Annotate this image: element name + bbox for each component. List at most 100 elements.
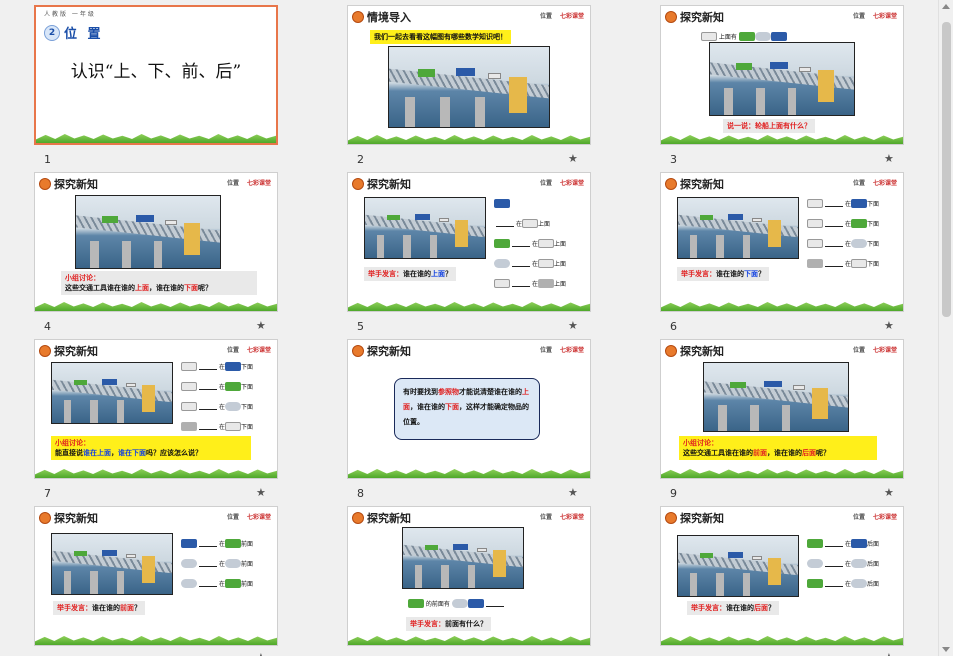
bridge-image — [51, 533, 173, 595]
brand-logo: 位置 七彩课堂 — [226, 514, 271, 521]
slide-header: 情境导入 — [352, 9, 411, 25]
vehicle-row: 的前面有 — [408, 593, 506, 613]
grass-decoration — [348, 302, 590, 311]
star-icon[interactable]: ★ — [256, 486, 266, 499]
brand-logo: 位置 七彩课堂 — [852, 347, 897, 354]
ask-box: 举手发言：谁在谁的下面？ — [677, 267, 769, 281]
slide-header: 探究新知 — [39, 176, 98, 192]
slide-number: 2 — [357, 153, 364, 166]
brand-logo: 位置 七彩课堂 — [539, 180, 584, 187]
slide-thumbnail-5[interactable]: 探究新知 位置 七彩课堂 在上面 在上面 在上面 在上面 举手发言：谁在谁的上面？ — [347, 172, 591, 312]
intro-banner: 我们一起去看看这幅图有哪些数学知识吧！ — [370, 30, 511, 44]
slide-thumbnail-6[interactable]: 探究新知 位置 七彩课堂 在下面 在下面 在下面 在下面 举手发言：谁在谁的下面？ — [660, 172, 904, 312]
bridge-image — [388, 46, 550, 128]
slide-thumbnail-1[interactable]: 人教版 一年级 2 位 置 认识“上、下、前、后” — [34, 5, 278, 145]
grass-decoration — [35, 302, 277, 311]
bridge-image — [402, 527, 524, 589]
brand-logo: 位置 七彩课堂 — [852, 180, 897, 187]
discussion-box: 小组讨论： 能直接说谁在上面，谁在下面吗？应该怎么说？ — [51, 436, 251, 460]
scroll-up-icon[interactable] — [942, 4, 950, 9]
clock-icon — [665, 345, 677, 357]
grass-decoration — [661, 302, 903, 311]
discussion-box: 小组讨论： 这些交通工具谁在谁的前面，谁在谁的后面呢？ — [679, 436, 877, 460]
fill-in-rows: 在下面 在下面 在下面 在下面 — [807, 193, 879, 273]
star-icon[interactable]: ★ — [884, 651, 894, 656]
grass-decoration — [661, 469, 903, 478]
grass-decoration — [35, 469, 277, 478]
slide-header: 探究新知 — [352, 510, 411, 526]
clock-icon — [665, 512, 677, 524]
slide-number: 8 — [357, 487, 364, 500]
reference-note: 有时要找到参照物才能说清楚谁在谁的上面，谁在谁的下面，这样才能确定物品的位置。 — [394, 378, 540, 440]
star-icon[interactable]: ★ — [568, 486, 578, 499]
slide-thumbnail-11[interactable]: 探究新知 位置 七彩课堂 的前面有 举手发言：前面有什么？ — [347, 506, 591, 646]
slide-sorter-view: 人教版 一年级 2 位 置 认识“上、下、前、后” 1 情境导入 位置 七彩课堂 … — [0, 0, 938, 656]
bridge-image — [51, 362, 173, 424]
clock-icon — [352, 512, 364, 524]
brand-logo: 位置 七彩课堂 — [539, 514, 584, 521]
scrollbar-thumb[interactable] — [942, 22, 951, 317]
brand-logo: 位置 七彩课堂 — [852, 13, 897, 20]
bridge-image — [703, 362, 849, 432]
bridge-image — [364, 197, 486, 259]
bridge-image — [677, 535, 799, 597]
clock-icon — [352, 345, 364, 357]
clock-icon — [39, 178, 51, 190]
slide-thumbnail-3[interactable]: 探究新知 位置 七彩课堂 上面有 说一说：轮船上面有什么？ — [660, 5, 904, 145]
brand-logo: 位置 七彩课堂 — [226, 180, 271, 187]
fill-in-rows: 在后面 在后面 在后面 — [807, 533, 879, 593]
star-icon[interactable]: ★ — [256, 319, 266, 332]
slide-number: 5 — [357, 320, 364, 333]
grass-decoration — [348, 636, 590, 645]
slide-number: 6 — [670, 320, 677, 333]
brand-logo: 位置 七彩课堂 — [539, 347, 584, 354]
fill-in-rows: 在上面 在上面 在上面 在上面 — [494, 193, 566, 293]
unit-number-icon: 2 — [44, 24, 60, 41]
clock-icon — [39, 345, 51, 357]
slide-thumbnail-4[interactable]: 探究新知 位置 七彩课堂 小组讨论： 这些交通工具谁在谁的上面，谁在谁的下面呢？ — [34, 172, 278, 312]
star-icon[interactable]: ★ — [256, 651, 266, 656]
grass-decoration — [348, 469, 590, 478]
slide-header: 探究新知 — [39, 510, 98, 526]
fill-in-rows: 在前面 在前面 在前面 — [181, 533, 253, 593]
ask-box: 举手发言：谁在谁的后面？ — [687, 601, 779, 615]
question-box: 说一说：轮船上面有什么？ — [723, 119, 815, 133]
grass-decoration — [348, 135, 590, 144]
slide-number: 7 — [44, 487, 51, 500]
slide-number: 4 — [44, 320, 51, 333]
slide-thumbnail-10[interactable]: 探究新知 位置 七彩课堂 在前面 在前面 在前面 举手发言：谁在谁的前面？ — [34, 506, 278, 646]
brand-logo: 位置 七彩课堂 — [852, 514, 897, 521]
ask-box: 举手发言：谁在谁的前面？ — [53, 601, 145, 615]
slide-header: 探究新知 — [665, 343, 724, 359]
clock-icon — [352, 178, 364, 190]
slide-header: 探究新知 — [665, 510, 724, 526]
slide-thumbnail-2[interactable]: 情境导入 位置 七彩课堂 我们一起去看看这幅图有哪些数学知识吧！ — [347, 5, 591, 145]
star-icon[interactable]: ★ — [568, 152, 578, 165]
slide-thumbnail-12[interactable]: 探究新知 位置 七彩课堂 在后面 在后面 在后面 举手发言：谁在谁的后面？ — [660, 506, 904, 646]
slide-number: 9 — [670, 487, 677, 500]
brand-logo: 位置 七彩课堂 — [226, 347, 271, 354]
brand-logo: 位置 七彩课堂 — [539, 13, 584, 20]
bridge-image — [677, 197, 799, 259]
slide-thumbnail-7[interactable]: 探究新知 位置 七彩课堂 在下面 在下面 在下面 在下面 小组讨论： 能直接说谁在上… — [34, 339, 278, 479]
slide-header: 探究新知 — [352, 343, 411, 359]
vertical-scrollbar[interactable] — [938, 0, 953, 656]
bridge-image — [75, 195, 221, 269]
clock-icon — [665, 11, 677, 23]
star-icon[interactable]: ★ — [568, 319, 578, 332]
slide-thumbnail-8[interactable]: 探究新知 位置 七彩课堂 有时要找到参照物才能说清楚谁在谁的上面，谁在谁的下面，这… — [347, 339, 591, 479]
grass-decoration — [661, 636, 903, 645]
scroll-down-icon[interactable] — [942, 647, 950, 652]
slide-header: 探究新知 — [665, 9, 724, 25]
ask-box: 举手发言：谁在谁的上面？ — [364, 267, 456, 281]
grass-decoration — [35, 636, 277, 645]
grass-decoration — [661, 135, 903, 144]
unit-title: 位 置 — [64, 27, 104, 42]
course-label: 人教版 一年级 — [44, 11, 96, 18]
slide-number: 1 — [44, 153, 51, 166]
discussion-box: 小组讨论： 这些交通工具谁在谁的上面，谁在谁的下面呢？ — [61, 271, 257, 295]
star-icon[interactable]: ★ — [884, 486, 894, 499]
star-icon[interactable]: ★ — [884, 152, 894, 165]
star-icon[interactable]: ★ — [884, 319, 894, 332]
slide-thumbnail-9[interactable]: 探究新知 位置 七彩课堂 小组讨论： 这些交通工具谁在谁的前面，谁在谁的后面呢？ — [660, 339, 904, 479]
